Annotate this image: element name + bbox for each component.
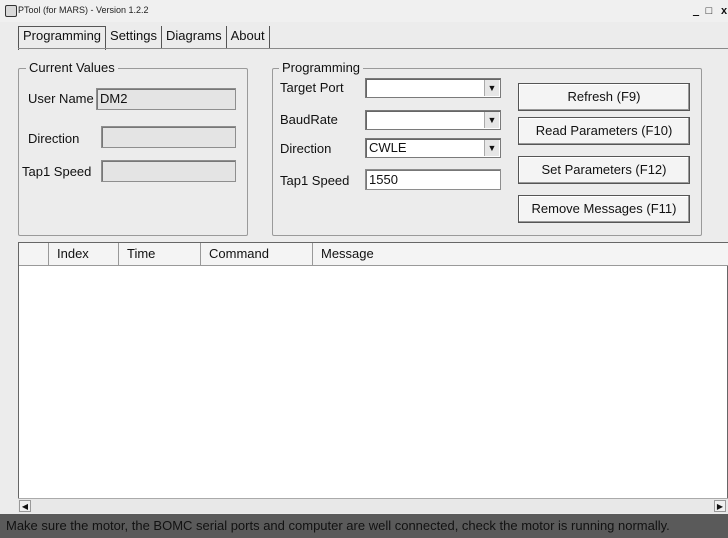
current-tap1-speed-field xyxy=(101,160,236,182)
tab-settings[interactable]: Settings xyxy=(106,26,163,48)
column-message[interactable]: Message xyxy=(313,243,727,265)
status-bar: Make sure the motor, the BOMC serial por… xyxy=(0,514,728,538)
maximize-button[interactable]: □ xyxy=(703,4,715,18)
chevron-down-icon[interactable]: ▼ xyxy=(484,80,499,96)
remove-messages-button[interactable]: Remove Messages (F11) xyxy=(518,195,690,223)
list-header: Index Time Command Message xyxy=(19,243,728,266)
read-parameters-button[interactable]: Read Parameters (F10) xyxy=(518,117,690,145)
user-name-label: User Name xyxy=(28,91,94,106)
baudrate-select[interactable]: ▼ xyxy=(365,110,501,130)
window-title: PTool (for MARS) - Version 1.2.2 xyxy=(18,5,149,15)
set-parameters-button[interactable]: Set Parameters (F12) xyxy=(518,156,690,184)
app-icon xyxy=(5,5,17,17)
target-port-select[interactable]: ▼ xyxy=(365,78,501,98)
chevron-down-icon[interactable]: ▼ xyxy=(484,112,499,128)
column-index[interactable]: Index xyxy=(49,243,119,265)
tab-bar: Programming Settings Diagrams About xyxy=(18,26,270,50)
column-selector[interactable] xyxy=(19,243,49,265)
tab-panel-border xyxy=(18,48,728,49)
scroll-left-icon[interactable]: ◀ xyxy=(19,500,31,512)
direction-value: CWLE xyxy=(369,140,407,155)
refresh-button[interactable]: Refresh (F9) xyxy=(518,83,690,111)
tap1-speed-label: Tap1 Speed xyxy=(22,164,92,179)
chevron-down-icon[interactable]: ▼ xyxy=(484,140,499,156)
minimize-button[interactable]: _ xyxy=(690,4,702,18)
tap1-speed-input[interactable]: 1550 xyxy=(365,169,501,190)
tab-about[interactable]: About xyxy=(227,26,270,48)
direction-label: Direction xyxy=(28,131,80,146)
prog-tap1-speed-label: Tap1 Speed xyxy=(280,173,350,188)
title-bar: PTool (for MARS) - Version 1.2.2 _ □ x xyxy=(0,0,728,22)
current-direction-field xyxy=(101,126,236,148)
scroll-right-icon[interactable]: ▶ xyxy=(714,500,726,512)
target-port-label: Target Port xyxy=(280,80,344,95)
direction-select[interactable]: CWLE ▼ xyxy=(365,138,501,158)
message-list[interactable]: Index Time Command Message xyxy=(18,242,728,512)
user-name-field: DM2 xyxy=(96,88,236,110)
current-values-title: Current Values xyxy=(26,60,118,75)
horizontal-scrollbar[interactable]: ◀ ▶ xyxy=(18,498,728,513)
column-time[interactable]: Time xyxy=(119,243,201,265)
tab-diagrams[interactable]: Diagrams xyxy=(162,26,227,48)
programming-title: Programming xyxy=(279,60,364,75)
baudrate-label: BaudRate xyxy=(280,112,338,127)
prog-direction-label: Direction xyxy=(280,141,332,156)
tab-programming[interactable]: Programming xyxy=(18,26,107,50)
column-command[interactable]: Command xyxy=(201,243,313,265)
close-button[interactable]: x xyxy=(718,4,728,18)
